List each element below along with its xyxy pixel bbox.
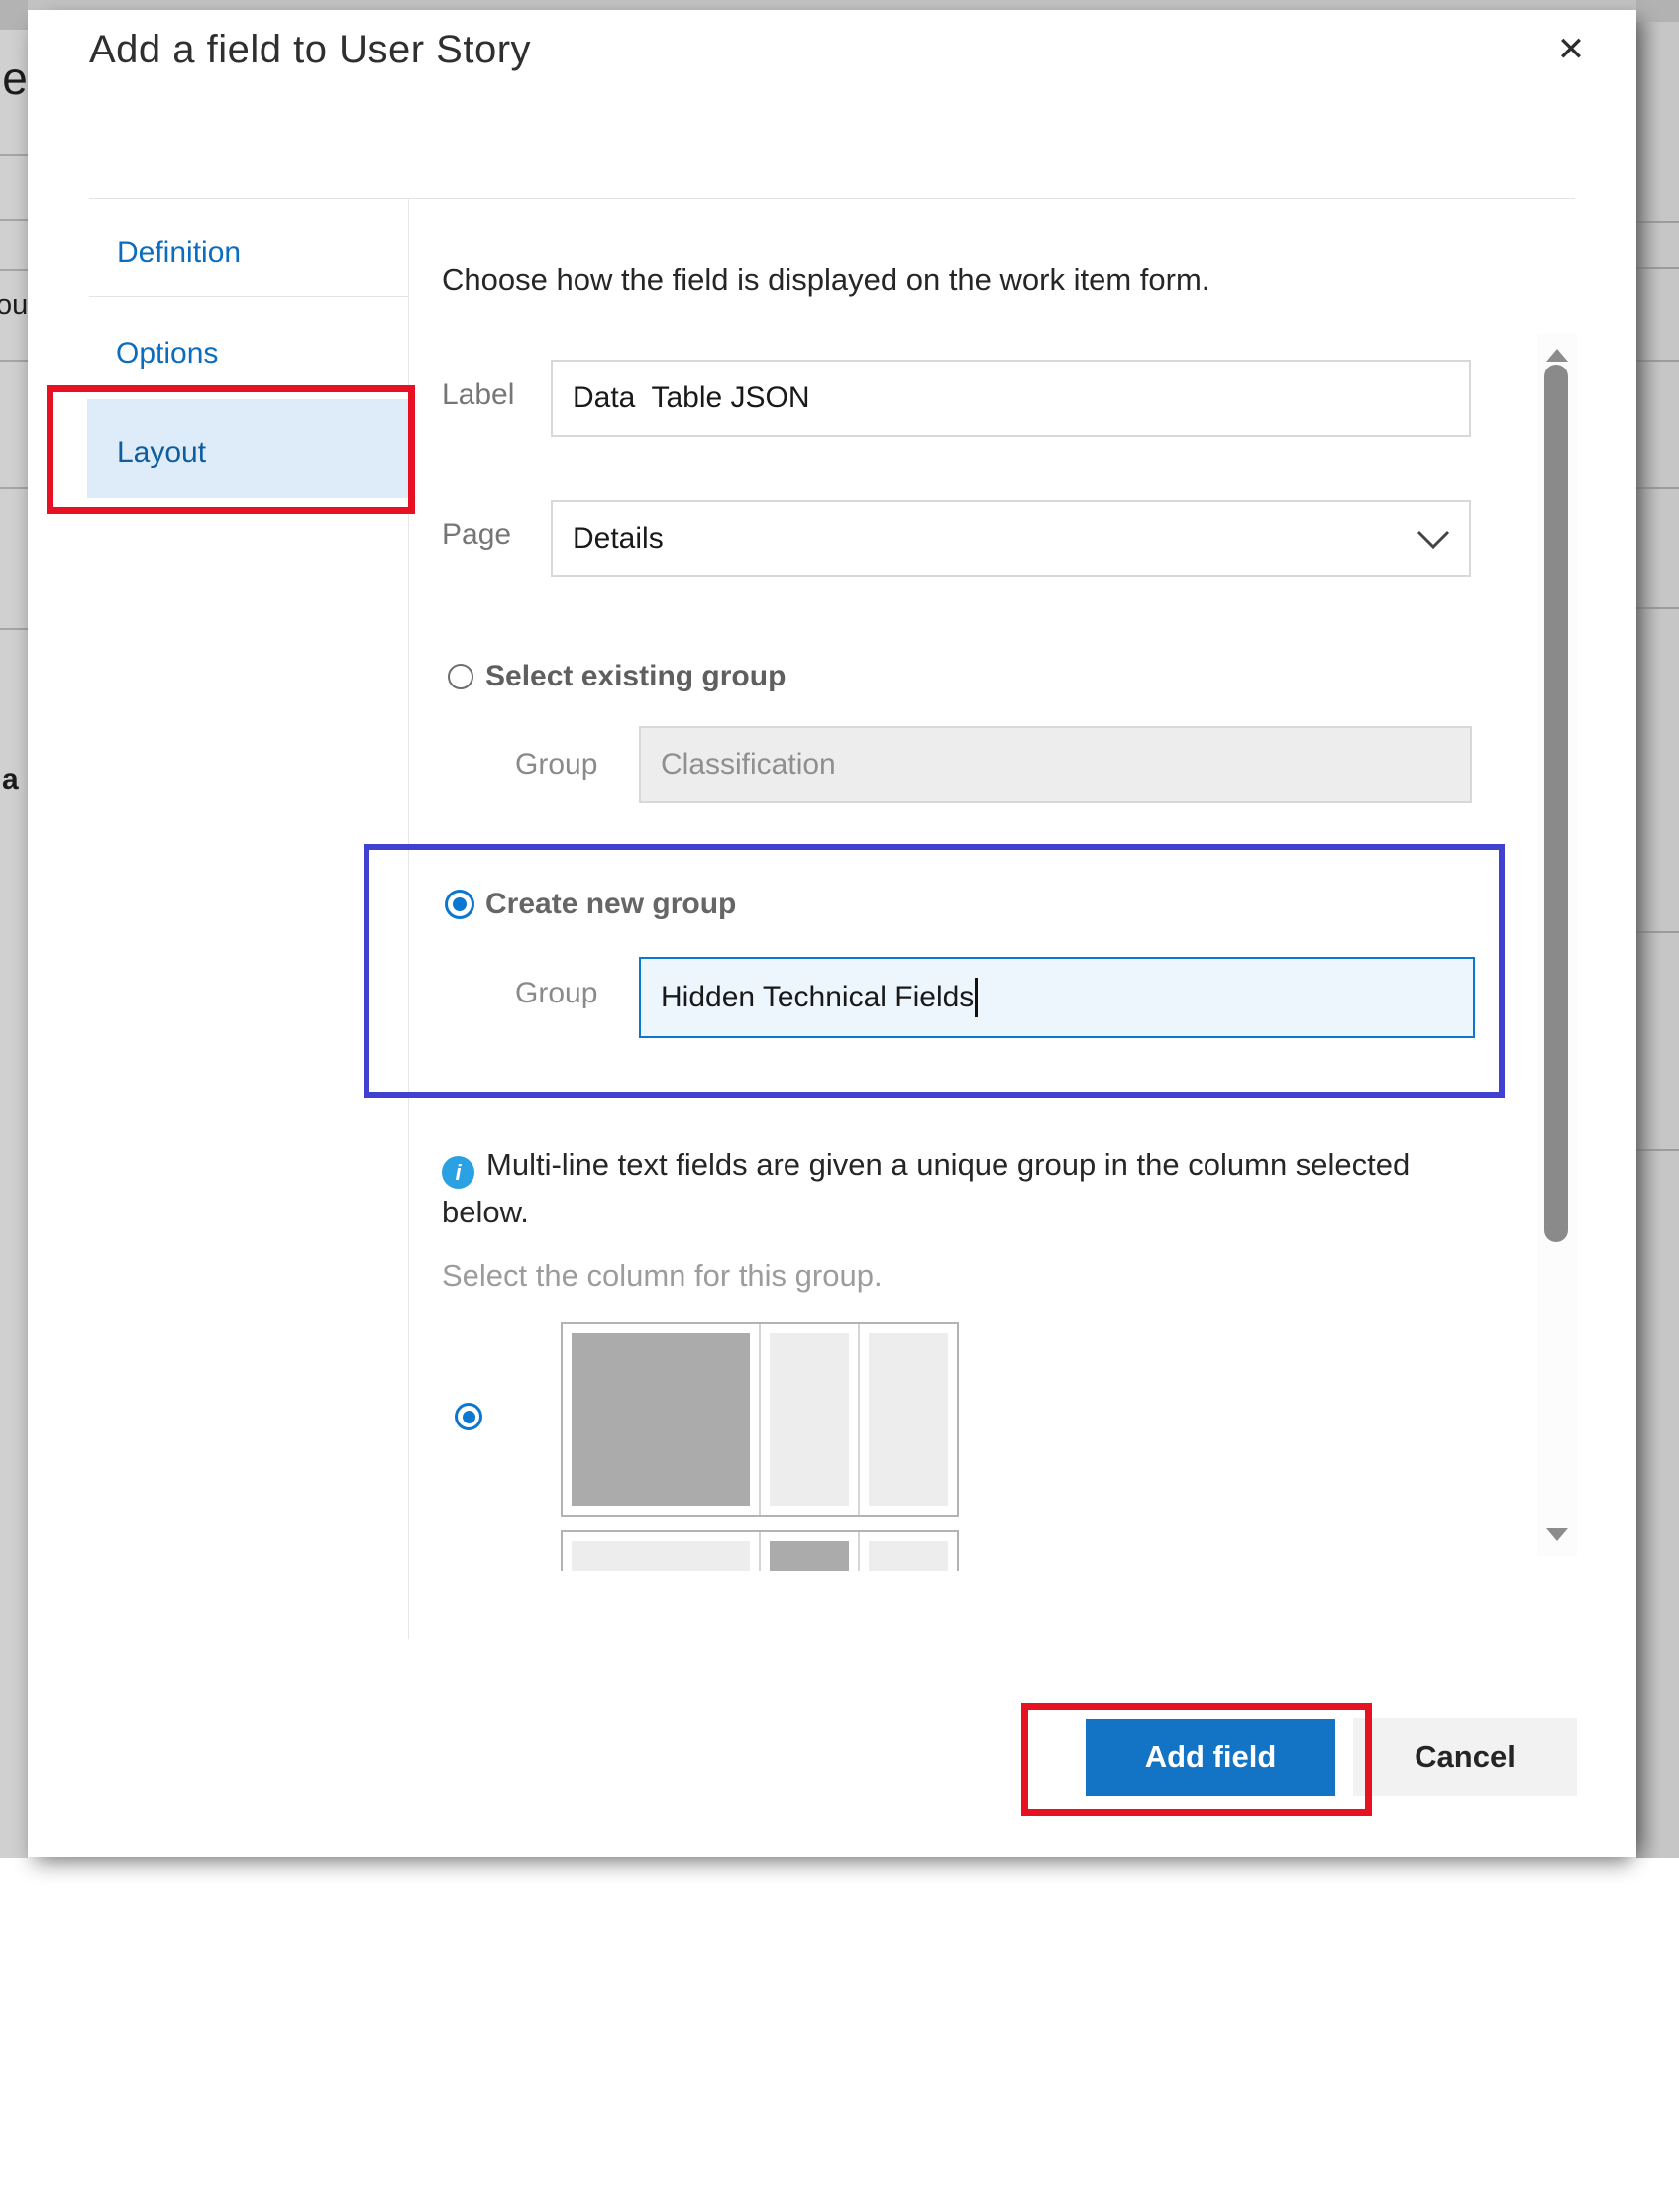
page-field-label: Page	[442, 518, 511, 552]
column-option-1-radio[interactable]	[455, 1403, 482, 1430]
background-partial-text: oup	[0, 289, 28, 322]
preview-column-narrow	[759, 1324, 858, 1515]
existing-group-radio-label[interactable]: Select existing group	[485, 660, 786, 693]
background-band	[1636, 0, 1679, 22]
info-icon: i	[442, 1156, 474, 1189]
background-row-line	[1636, 360, 1679, 362]
background-row-line	[1636, 1149, 1679, 1151]
radio-dot	[463, 1411, 475, 1423]
column-prompt: Select the column for this group.	[442, 1258, 883, 1294]
cancel-button[interactable]: Cancel	[1353, 1718, 1577, 1796]
background-row-line	[1636, 267, 1679, 269]
existing-group-radio[interactable]	[448, 664, 473, 689]
background-row-line	[0, 487, 28, 489]
chevron-down-icon	[1417, 530, 1450, 550]
preview-column-wide	[563, 1532, 759, 1571]
background-row-line	[0, 154, 28, 156]
background-partial-text: le	[0, 52, 28, 105]
scrollbar-thumb[interactable]	[1544, 365, 1568, 1242]
background-row-line	[0, 628, 28, 630]
new-group-radio[interactable]	[445, 890, 474, 919]
radio-dot	[453, 897, 467, 911]
background-row-line	[0, 360, 28, 362]
background-row-line	[0, 269, 28, 271]
preview-column-fill	[770, 1333, 849, 1506]
column-option-2-preview-clipped[interactable]	[561, 1530, 959, 1571]
tab-divider	[89, 296, 408, 297]
new-group-label: Group	[515, 977, 597, 1010]
label-input[interactable]: Data Table JSON	[551, 360, 1471, 437]
text-cursor	[975, 978, 978, 1017]
dimmed-background-top	[0, 0, 1679, 10]
add-field-button[interactable]: Add field	[1086, 1719, 1335, 1796]
background-row-line	[1636, 931, 1679, 933]
tab-layout[interactable]: Layout	[117, 436, 206, 470]
close-icon[interactable]: ✕	[1545, 24, 1597, 75]
title-divider	[89, 198, 1575, 199]
dialog-intro-text: Choose how the field is displayed on the…	[442, 263, 1209, 298]
screen: le oup a Add a field to User Story ✕ Def…	[0, 0, 1679, 2212]
dialog-title: Add a field to User Story	[89, 28, 531, 72]
preview-column-selected-fill	[770, 1541, 849, 1571]
background-row-line	[1636, 487, 1679, 489]
page-dropdown[interactable]: Details	[551, 500, 1471, 577]
new-group-input[interactable]: Hidden Technical Fields	[639, 957, 1475, 1038]
column-option-1-preview[interactable]	[561, 1322, 959, 1517]
background-row-line	[1636, 607, 1679, 609]
scroll-up-icon[interactable]	[1546, 349, 1568, 362]
tab-definition[interactable]: Definition	[117, 236, 241, 269]
info-note-text: Multi-line text fields are given a uniqu…	[442, 1147, 1410, 1229]
dimmed-background-left: le oup a	[0, 0, 28, 1858]
dimmed-background-right	[1636, 0, 1679, 1858]
preview-column-narrow	[858, 1532, 957, 1571]
info-note: iMulti-line text fields are given a uniq…	[442, 1141, 1452, 1235]
preview-column-fill	[869, 1541, 948, 1571]
label-field-label: Label	[442, 378, 514, 412]
new-group-input-value: Hidden Technical Fields	[661, 981, 974, 1014]
preview-column-selected-fill	[572, 1333, 750, 1506]
scroll-down-icon[interactable]	[1546, 1528, 1568, 1541]
background-band	[0, 0, 28, 30]
existing-group-input-value: Classification	[661, 748, 836, 782]
new-group-radio-label[interactable]: Create new group	[485, 888, 736, 921]
background-row-line	[1636, 221, 1679, 223]
page-dropdown-value: Details	[573, 522, 664, 556]
background-row-line	[0, 219, 28, 221]
tab-layout-label: Layout	[117, 436, 206, 469]
preview-column-fill	[869, 1333, 948, 1506]
background-partial-text: a	[2, 763, 19, 796]
tabs-content-divider	[408, 198, 409, 1639]
preview-column-wide	[563, 1324, 759, 1515]
existing-group-input: Classification	[639, 726, 1472, 803]
label-input-value: Data Table JSON	[573, 381, 810, 415]
preview-column-fill	[572, 1541, 750, 1571]
preview-column-narrow	[858, 1324, 957, 1515]
existing-group-label: Group	[515, 748, 597, 782]
preview-column-narrow	[759, 1532, 858, 1571]
tab-options[interactable]: Options	[116, 337, 218, 370]
add-field-dialog: Add a field to User Story ✕ Definition O…	[28, 10, 1636, 1857]
